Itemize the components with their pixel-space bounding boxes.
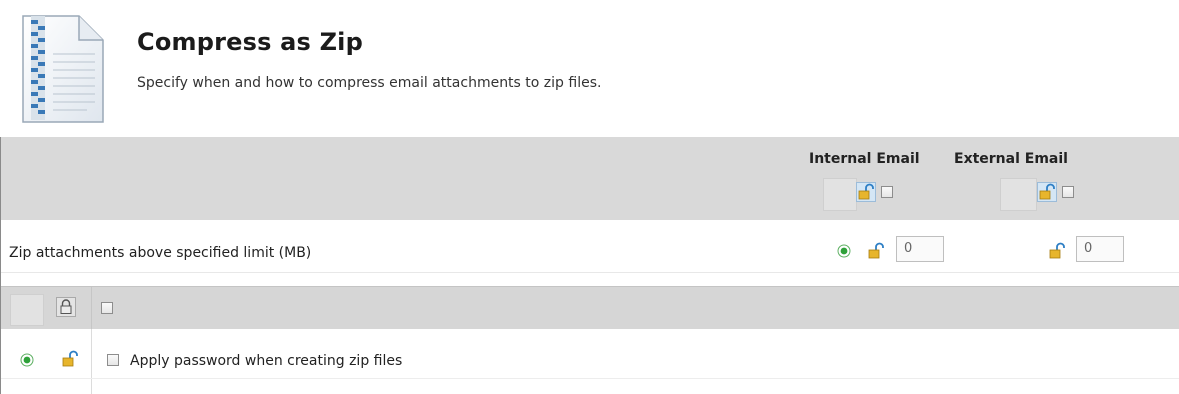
password-default-box[interactable] [10,294,44,326]
column-separator [91,329,92,394]
section-header: Compress as Zip Specify when and how to … [0,0,1179,137]
internal-enforce-checkbox[interactable] [881,186,893,198]
password-row: Apply password when creating zip files [1,329,1179,394]
page-subtitle: Specify when and how to compress email a… [137,75,602,91]
external-unlock-icon[interactable] [1037,182,1057,202]
internal-email-column-header: Internal Email [809,151,920,167]
external-email-column-header: External Email [954,151,1068,167]
internal-limit-input[interactable]: 0 [896,236,944,262]
row-divider [1,272,1179,273]
password-group-header-band [1,286,1179,330]
zip-limit-label: Zip attachments above specified limit (M… [9,245,312,261]
inherited-setting-icon [837,244,851,258]
password-enforce-checkbox[interactable] [101,302,113,314]
apply-password-checkbox[interactable] [107,354,119,366]
external-default-box[interactable] [1000,178,1037,211]
password-lock-icon[interactable] [56,297,76,317]
zip-limit-row: Zip attachments above specified limit (M… [1,220,1179,286]
external-limit-unlock-icon[interactable] [1047,241,1067,261]
password-unlock-icon[interactable] [60,349,80,369]
page-title: Compress as Zip [137,28,363,56]
inherited-setting-icon [20,353,34,367]
row-divider [1,378,1179,379]
apply-password-label: Apply password when creating zip files [130,353,403,369]
external-enforce-checkbox[interactable] [1062,186,1074,198]
column-separator [91,287,92,330]
column-header-band: Internal Email External Email [1,137,1179,220]
internal-limit-unlock-icon[interactable] [866,241,886,261]
zip-document-icon [22,15,104,123]
external-limit-input[interactable]: 0 [1076,236,1124,262]
internal-default-box[interactable] [823,178,857,211]
internal-unlock-icon[interactable] [856,182,876,202]
